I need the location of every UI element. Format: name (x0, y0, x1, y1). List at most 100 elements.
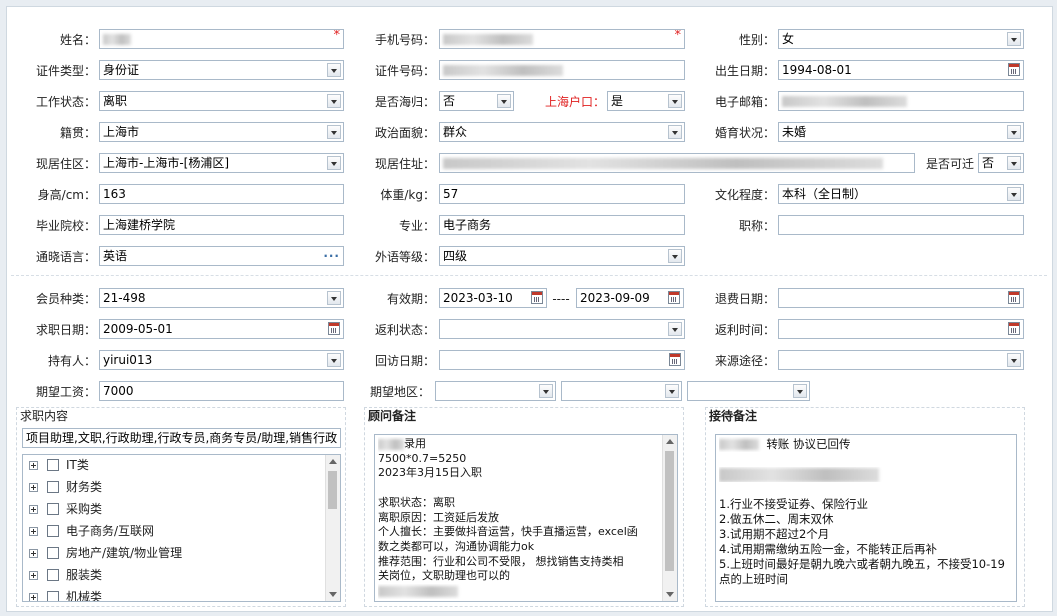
chevron-down-icon[interactable] (497, 94, 511, 108)
valid-from-input[interactable]: 2023-03-10 (439, 288, 547, 308)
chevron-down-icon[interactable] (327, 156, 341, 170)
checkbox[interactable] (47, 459, 59, 471)
region-province-select[interactable] (435, 381, 556, 401)
chevron-down-icon[interactable] (327, 63, 341, 77)
calendar-icon[interactable] (531, 291, 543, 304)
chevron-down-icon[interactable] (1007, 187, 1021, 201)
phone-input[interactable]: * (439, 29, 685, 49)
job-date-input[interactable]: 2009-05-01 (99, 319, 344, 339)
chevron-down-icon[interactable] (1007, 32, 1021, 46)
valid-separator: ---- (552, 292, 570, 306)
calendar-icon[interactable] (669, 353, 681, 366)
advisor-notes-panel: 顾问备注 录用 7500*0.7=5250 2023年3月15日入职 求职状态：… (364, 407, 684, 607)
checkbox[interactable] (47, 503, 59, 515)
visit-date-input[interactable] (439, 350, 685, 370)
scroll-thumb[interactable] (665, 451, 674, 571)
chevron-down-icon[interactable] (665, 384, 679, 398)
tree-item-label: 采购类 (66, 502, 103, 516)
chevron-down-icon[interactable] (327, 94, 341, 108)
expand-icon[interactable] (29, 571, 38, 580)
checkbox[interactable] (47, 591, 59, 601)
foreign-level-select[interactable]: 四级 (439, 246, 685, 266)
region-city-select[interactable] (561, 381, 682, 401)
checkbox[interactable] (47, 525, 59, 537)
school-input[interactable]: 上海建桥学院 (99, 215, 344, 235)
scroll-up-icon[interactable] (329, 459, 337, 464)
email-input[interactable] (778, 91, 1024, 111)
residence-area-select[interactable]: 上海市-上海市-[杨浦区] (99, 153, 344, 173)
source-select[interactable] (778, 350, 1024, 370)
scroll-down-icon[interactable] (329, 592, 337, 597)
rebate-status-select[interactable] (439, 319, 685, 339)
rebate-time-input[interactable] (778, 319, 1024, 339)
refund-date-input[interactable] (778, 288, 1024, 308)
sh-hukou-select[interactable]: 是 (607, 91, 685, 111)
returnee-select[interactable]: 否 (439, 91, 514, 111)
language-input[interactable]: 英语 ··· (99, 246, 344, 266)
note-line: 1.行业不接受证券、保险行业 (719, 497, 868, 511)
birth-date-input[interactable]: 1994-08-01 (778, 60, 1024, 80)
tree-scrollbar[interactable] (325, 455, 340, 601)
chevron-down-icon[interactable] (327, 125, 341, 139)
native-select[interactable]: 上海市 (99, 122, 344, 142)
advisor-notes-textarea[interactable]: 录用 7500*0.7=5250 2023年3月15日入职 求职状态：离职 离职… (374, 434, 678, 602)
major-input[interactable]: 电子商务 (439, 215, 685, 235)
chevron-down-icon[interactable] (668, 322, 682, 336)
calendar-icon[interactable] (1008, 322, 1020, 335)
title-input[interactable] (778, 215, 1024, 235)
chevron-down-icon[interactable] (539, 384, 553, 398)
political-label: 政治面貌： (374, 126, 435, 140)
chevron-down-icon[interactable] (1007, 156, 1021, 170)
checkbox[interactable] (47, 569, 59, 581)
chevron-down-icon[interactable] (327, 291, 341, 305)
valid-to-input[interactable]: 2023-09-09 (576, 288, 684, 308)
marital-select[interactable]: 未婚 (778, 122, 1024, 142)
calendar-icon[interactable] (668, 291, 680, 304)
job-content-summary-input[interactable]: 项目助理,文职,行政助理,行政专员,商务专员/助理,销售行政 (22, 428, 341, 448)
reception-notes-textarea[interactable]: 转账 协议已回传 1.行业不接受证券、保险行业 2.做五休二、周末双休 3.试用… (715, 434, 1017, 602)
residence-addr-input[interactable] (439, 153, 915, 173)
political-select[interactable]: 群众 (439, 122, 685, 142)
expand-icon[interactable] (29, 527, 38, 536)
work-status-select[interactable]: 离职 (99, 91, 344, 111)
chevron-down-icon[interactable] (1007, 353, 1021, 367)
weight-input[interactable]: 57 (439, 184, 685, 204)
chevron-down-icon[interactable] (668, 94, 682, 108)
calendar-icon[interactable] (328, 322, 340, 335)
rebate-time-label: 返利时间： (714, 323, 775, 337)
name-input[interactable]: * (99, 29, 344, 49)
calendar-icon[interactable] (1008, 291, 1020, 304)
scroll-down-icon[interactable] (666, 592, 674, 597)
region-district-select[interactable] (687, 381, 810, 401)
native-label: 籍贯： (59, 126, 96, 140)
more-options-icon[interactable]: ··· (323, 247, 340, 265)
expand-icon[interactable] (29, 461, 38, 470)
chevron-down-icon[interactable] (327, 353, 341, 367)
chevron-down-icon[interactable] (793, 384, 807, 398)
chevron-down-icon[interactable] (668, 125, 682, 139)
height-input[interactable]: 163 (99, 184, 344, 204)
id-type-select[interactable]: 身份证 (99, 60, 344, 80)
checkbox[interactable] (47, 481, 59, 493)
notes-scrollbar[interactable] (662, 435, 677, 601)
chevron-down-icon[interactable] (1007, 125, 1021, 139)
gender-select[interactable]: 女 (778, 29, 1024, 49)
expand-icon[interactable] (29, 505, 38, 514)
work-status-value: 离职 (103, 94, 128, 108)
relocate-label: 是否可迁 (925, 157, 974, 171)
holder-select[interactable]: yirui013 (99, 350, 344, 370)
expand-icon[interactable] (29, 549, 38, 558)
scroll-thumb[interactable] (328, 471, 337, 509)
chevron-down-icon[interactable] (668, 249, 682, 263)
expand-icon[interactable] (29, 483, 38, 492)
scroll-up-icon[interactable] (666, 439, 674, 444)
education-select[interactable]: 本科（全日制） (778, 184, 1024, 204)
checkbox[interactable] (47, 547, 59, 559)
salary-input[interactable]: 7000 (99, 381, 344, 401)
sh-hukou-value: 是 (611, 94, 624, 108)
calendar-icon[interactable] (1008, 63, 1020, 76)
relocate-select[interactable]: 否 (978, 153, 1024, 173)
expand-icon[interactable] (29, 593, 38, 601)
id-no-input[interactable] (439, 60, 685, 80)
member-type-select[interactable]: 21-498 (99, 288, 344, 308)
